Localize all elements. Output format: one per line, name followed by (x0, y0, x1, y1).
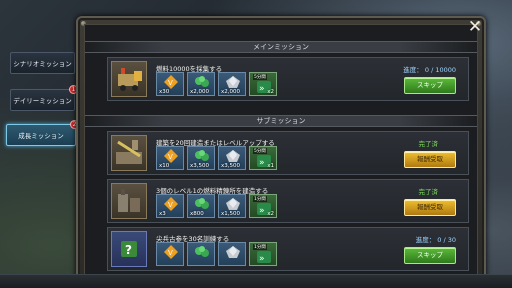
unknown-unit-icon: ? (111, 231, 147, 267)
food-icon (194, 149, 210, 163)
reward-item[interactable]: 1分間 » x2 (249, 194, 277, 218)
reward-item[interactable]: V (156, 242, 184, 266)
reward-qty: x3,500 (221, 163, 241, 169)
tab-scenario-missions[interactable]: シナリオミッション (10, 52, 75, 74)
iron-icon (225, 149, 241, 163)
iron-icon (225, 245, 241, 259)
food-icon (194, 75, 210, 89)
reward-item[interactable] (218, 242, 246, 266)
mission-row: ? 尖兵古参を30名訓練する V 1分間 » 進度： 0 / 30 スキップ (107, 227, 469, 271)
skip-button[interactable]: スキップ (404, 77, 456, 94)
tab-label: 成長ミッション (18, 132, 64, 140)
reward-item[interactable]: x2,000 (218, 72, 246, 96)
claim-reward-button[interactable]: 報酬受取 (404, 199, 456, 216)
reward-item[interactable]: V x10 (156, 146, 184, 170)
vip-token-icon: V (163, 75, 179, 89)
claim-reward-button[interactable]: 報酬受取 (404, 151, 456, 168)
reward-item[interactable]: 5分間 » x1 (249, 146, 277, 170)
reward-list: V 1分間 » (156, 242, 277, 266)
iron-icon (225, 197, 241, 211)
food-icon (194, 245, 210, 259)
reward-qty: x30 (159, 89, 170, 95)
reward-qty: x10 (159, 163, 170, 169)
tab-label: シナリオミッション (13, 60, 72, 68)
reward-item[interactable]: x3,500 (187, 146, 215, 170)
svg-text:V: V (168, 79, 173, 87)
mission-row: 建築を20回建造またはレベルアップする V x10 x3,500 x3,500 … (107, 131, 469, 175)
vip-token-icon: V (163, 245, 179, 259)
svg-text:?: ? (125, 243, 132, 257)
vip-token-icon: V (163, 149, 179, 163)
mission-list[interactable]: メインミッション 燃料10000を採集する V x30 x2,000 x2,00… (84, 24, 478, 286)
reward-item[interactable]: 5分間 » x2 (249, 72, 277, 96)
reward-list: V x3 x800 x1,500 1分間 » x2 (156, 194, 277, 218)
reward-list: V x30 x2,000 x2,000 5分間 » x2 (156, 72, 277, 96)
svg-text:»: » (259, 254, 265, 263)
skip-button[interactable]: スキップ (404, 247, 456, 264)
food-icon (194, 197, 210, 211)
reward-item[interactable]: x800 (187, 194, 215, 218)
completed-text: 完了済 (418, 140, 439, 148)
reward-item[interactable]: V x30 (156, 72, 184, 96)
progress-text: 進度： 0 / 30 (415, 236, 456, 244)
reward-item[interactable]: x2,000 (187, 72, 215, 96)
svg-text:»: » (259, 84, 265, 93)
section-title: サブミッション (256, 117, 306, 125)
reward-qty: x2 (267, 89, 274, 95)
sub-mission-header: サブミッション (85, 115, 477, 127)
scrollbar[interactable] (477, 133, 478, 199)
svg-text:V: V (168, 201, 173, 209)
reward-item[interactable] (187, 242, 215, 266)
bottom-bar (0, 274, 512, 288)
fuel-refinery-icon (111, 183, 147, 219)
svg-text:V: V (168, 153, 173, 161)
tab-growth-missions[interactable]: 成長ミッション 2 (6, 120, 79, 146)
svg-text:»: » (259, 158, 265, 167)
reward-qty: x1 (267, 163, 274, 169)
main-mission-header: メインミッション (85, 41, 477, 53)
reward-item[interactable]: V x3 (156, 194, 184, 218)
reward-item[interactable]: x1,500 (218, 194, 246, 218)
completed-text: 完了済 (418, 188, 439, 196)
reward-item[interactable]: x3,500 (218, 146, 246, 170)
reward-qty: x800 (190, 211, 204, 217)
reward-item[interactable]: 1分間 » (249, 242, 277, 266)
construction-icon (111, 135, 147, 171)
iron-icon (225, 75, 241, 89)
speedup-icon: » (256, 250, 272, 264)
reward-qty: x2,000 (221, 89, 241, 95)
reward-qty: x3 (159, 211, 166, 217)
reward-list: V x10 x3,500 x3,500 5分間 » x1 (156, 146, 277, 170)
svg-text:V: V (168, 249, 173, 257)
close-icon[interactable]: ✕ (466, 18, 484, 36)
svg-text:»: » (259, 206, 265, 215)
fuel-truck-icon (111, 61, 147, 97)
vip-token-icon: V (163, 197, 179, 211)
tab-label: デイリーミッション (13, 97, 72, 105)
mission-row: 燃料10000を採集する V x30 x2,000 x2,000 5分間 » x… (107, 57, 469, 101)
tab-daily-missions[interactable]: デイリーミッション 1 (10, 85, 78, 111)
mission-panel: メインミッション 燃料10000を採集する V x30 x2,000 x2,00… (76, 16, 486, 288)
reward-qty: x2 (267, 211, 274, 217)
section-title: メインミッション (253, 43, 309, 51)
reward-qty: x2,000 (190, 89, 210, 95)
progress-text: 進度： 0 / 10000 (403, 66, 456, 74)
mission-row: 3個のレベル1の燃料精錬所を建造する V x3 x800 x1,500 1分間 … (107, 179, 469, 223)
reward-qty: x3,500 (190, 163, 210, 169)
reward-qty: x1,500 (221, 211, 241, 217)
